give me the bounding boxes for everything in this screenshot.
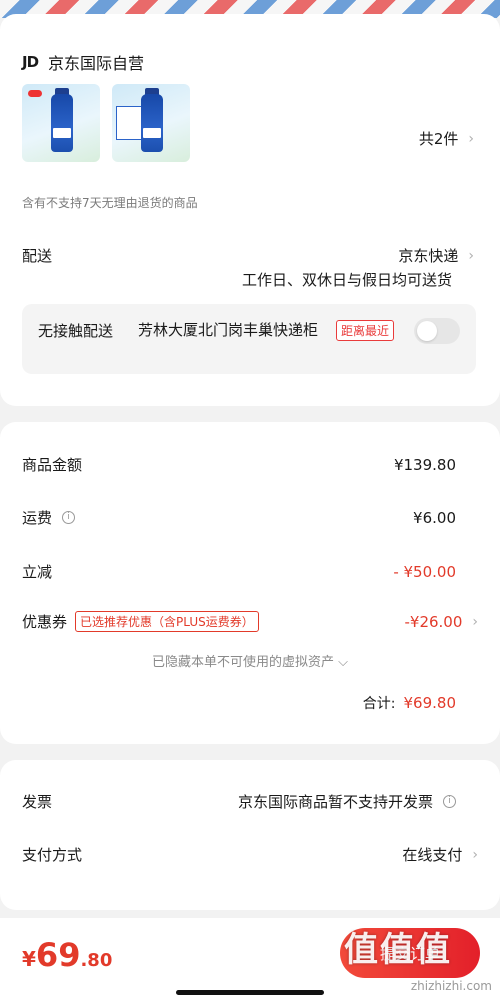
shop-name: 京东国际自营 [48, 54, 145, 73]
contactless-address: 芳林大厦北门岗丰巢快递柜 [138, 321, 319, 339]
home-indicator [176, 990, 324, 995]
chevron-right-icon: › [468, 247, 474, 264]
product-thumbnail-1[interactable] [22, 84, 100, 162]
info-icon[interactable]: i [62, 511, 76, 524]
instant-discount-row: 立减 - ¥50.00 [22, 561, 456, 582]
item-count-link[interactable]: 共2件 › [419, 128, 474, 149]
price-decimal: .80 [80, 950, 113, 971]
spray-bottle-icon [141, 94, 163, 152]
order-total: 合计: ¥69.80 [363, 693, 456, 713]
invoice-label: 发票 [22, 793, 53, 811]
delivery-method-value: 京东快递 [398, 247, 459, 265]
hidden-assets-toggle[interactable]: 已隐藏本单不可使用的虚拟资产 ⌵ [0, 651, 500, 670]
jd-logo-icon: JD [22, 53, 39, 71]
payment-value: 在线支付 [402, 846, 463, 864]
product-box-icon [116, 106, 142, 140]
info-icon[interactable]: i [443, 795, 456, 808]
invoice-payment-card [0, 760, 500, 910]
chevron-right-icon: › [472, 846, 478, 863]
price-currency: ¥ [22, 947, 36, 971]
shop-header[interactable]: JD 京东国际自营 [22, 50, 144, 74]
coupon-label: 优惠券 [22, 613, 68, 631]
invoice-row: 发票 京东国际商品暂不支持开发票 i [22, 791, 456, 812]
total-value: ¥69.80 [403, 694, 457, 712]
payment-label: 支付方式 [22, 846, 83, 864]
payment-method-row[interactable]: 支付方式 在线支付 › [22, 844, 478, 865]
contactless-toggle[interactable] [414, 318, 460, 344]
coupon-value: -¥26.00 [404, 612, 463, 631]
payable-price: ¥ 69 .80 [22, 936, 112, 974]
contactless-delivery-box: 无接触配送 芳林大厦北门岗丰巢快递柜 距离最近 [22, 304, 476, 374]
goods-amount-value: ¥139.80 [393, 455, 456, 474]
delivery-label: 配送 [22, 247, 53, 265]
chevron-right-icon: › [472, 613, 478, 630]
toggle-knob [417, 321, 437, 341]
contactless-label: 无接触配送 [38, 322, 114, 340]
instant-discount-label: 立减 [22, 563, 53, 581]
distance-badge: 距离最近 [336, 320, 395, 341]
delivery-method[interactable]: 京东快递 › [398, 245, 474, 266]
chevron-right-icon: › [468, 130, 474, 147]
spray-bottle-icon [51, 94, 73, 152]
item-count: 共2件 [418, 130, 459, 148]
watermark-url: zhizhizhi.com [410, 979, 492, 993]
return-policy-note: 含有不支持7天无理由退货的商品 [22, 196, 198, 210]
brand-mark-icon [28, 90, 42, 97]
total-label: 合计: [362, 696, 396, 712]
shipping-fee-label: 运费 [22, 509, 53, 527]
watermark-logo: 值值值 [344, 930, 452, 970]
coupon-tag: 已选推荐优惠（含PLUS运费券） [75, 611, 259, 632]
shipping-fee-value: ¥6.00 [413, 508, 456, 527]
instant-discount-value: - ¥50.00 [393, 562, 456, 581]
product-thumbnail-2[interactable] [112, 84, 190, 162]
price-integer: 69 [35, 936, 81, 974]
delivery-schedule: 工作日、双休日与假日均可送货 [241, 271, 452, 289]
invoice-value: 京东国际商品暂不支持开发票 [237, 793, 433, 811]
shipping-fee-row: 运费 i ¥6.00 [22, 507, 456, 528]
goods-amount-label: 商品金额 [22, 456, 83, 474]
goods-amount-row: 商品金额 ¥139.80 [22, 454, 456, 475]
coupon-row[interactable]: 优惠券 已选推荐优惠（含PLUS运费券） -¥26.00 › [22, 611, 478, 632]
